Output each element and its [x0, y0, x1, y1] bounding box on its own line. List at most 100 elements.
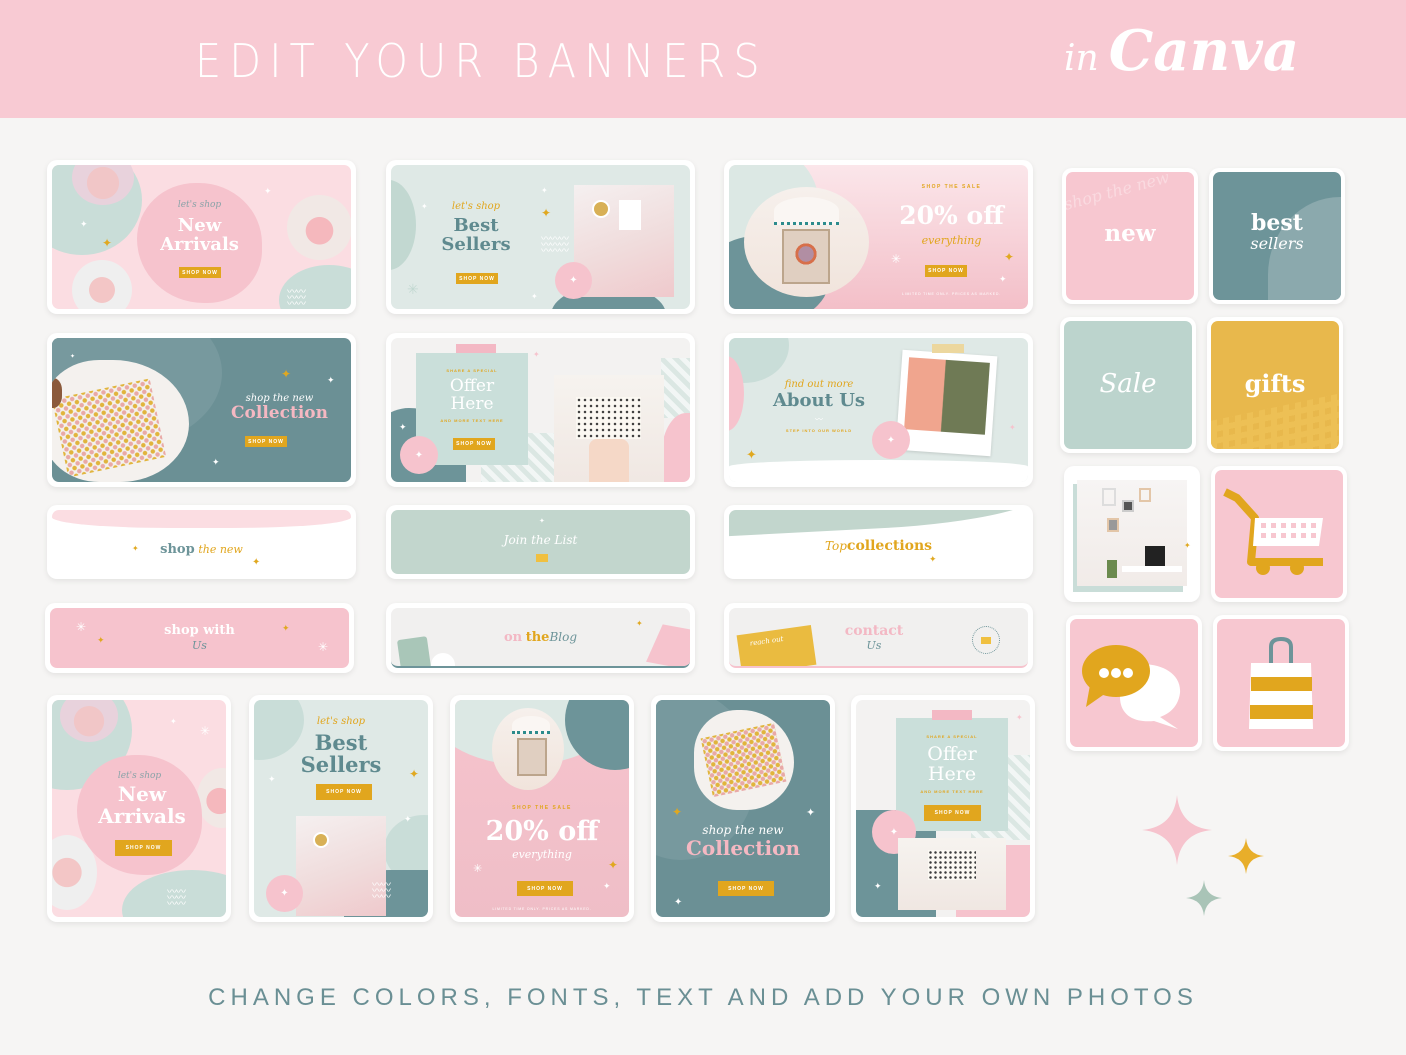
title-line-2: Sellers: [300, 752, 382, 777]
tile-chat[interactable]: [1066, 615, 1202, 751]
canva-label: in Canva: [1064, 18, 1299, 84]
banner-sale[interactable]: SHOP THE SALE 20% off everything SHOP NO…: [724, 160, 1033, 314]
banner-contact-us[interactable]: reach out contact Us: [724, 603, 1033, 673]
script-text: the new: [198, 543, 243, 556]
stickers-icon: [52, 378, 167, 478]
sparkle-icon: ✦: [327, 375, 335, 385]
tile-cart[interactable]: [1211, 466, 1347, 602]
sparkle-icon: ✦: [674, 897, 683, 908]
photo-woman-notebook: [554, 375, 664, 482]
asterisk-icon: ✳: [891, 252, 902, 266]
collection-title-text: Collection: [231, 403, 328, 423]
shop-now-button[interactable]: SHOP NOW: [456, 273, 498, 284]
wave-top: [52, 510, 351, 528]
tall-banner-offer[interactable]: SHARE A SPECIAL Offer Here AND MORE TEXT…: [851, 695, 1035, 922]
wave-top: [729, 510, 1028, 537]
blouse-icon: [589, 439, 629, 482]
photo-storefront: [744, 187, 869, 297]
script-text: Blog: [549, 630, 578, 644]
shopping-bag-icon: [1249, 636, 1313, 729]
title-line-1: Best: [314, 730, 368, 755]
script-text: find out more: [784, 379, 854, 390]
tile-photo-desk[interactable]: ✦: [1064, 466, 1200, 602]
sparkle-icon: ✦: [672, 805, 683, 819]
subtext: AND MORE TEXT HERE: [920, 789, 984, 794]
tall-banner-collection[interactable]: shop the new Collection SHOP NOW ✦ ✦ ✦: [651, 695, 835, 922]
banner-on-the-blog[interactable]: on theBlog ✦: [386, 603, 695, 673]
notebook-icon: [396, 636, 432, 666]
banner-best-sellers[interactable]: ✦ let's shop Best Sellers SHOP NOW ✦ ✦ ✦…: [386, 160, 695, 314]
tile-best-sellers[interactable]: best sellers: [1209, 168, 1345, 304]
sparkle-icon: ✦: [282, 623, 290, 633]
sparkle-icon: ✦: [539, 518, 545, 525]
tile-shopping-bag[interactable]: [1213, 615, 1349, 751]
collection-title: Collection: [212, 405, 347, 422]
sparkle-icon: ✦: [80, 219, 88, 229]
banner-new-arrivals[interactable]: let's shop New Arrivals SHOP NOW ✦ ✦ ✦ 〰…: [47, 160, 356, 314]
sparkle-icon: ✦: [608, 858, 619, 872]
shopping-cart-icon: [1223, 488, 1323, 575]
tile-gifts[interactable]: gifts: [1207, 317, 1343, 453]
shop-now-button[interactable]: SHOP NOW: [925, 265, 967, 277]
shop-now-button[interactable]: SHOP NOW: [517, 881, 573, 896]
washi-tape: [456, 344, 496, 353]
about-title: About Us: [772, 390, 866, 411]
script-text: shop the new: [702, 823, 784, 837]
banner-collection[interactable]: shop the new Collection SHOP NOW ✦ ✦ ✦ ✦: [47, 333, 356, 487]
tall-banner-best-sellers[interactable]: let's shop Best Sellers SHOP NOW ✦ ✦ ✦ ✦…: [249, 695, 433, 922]
bold-text: shop with: [164, 623, 235, 638]
banner-about-us[interactable]: find out more About Us 〰 STEP INTO OUR W…: [724, 333, 1033, 487]
asterisk-icon: ✳: [407, 281, 419, 297]
bold-text: shop: [160, 542, 195, 557]
decor-blob: [391, 180, 416, 270]
banner-top-collections[interactable]: Topcollections ✦: [724, 505, 1033, 579]
shop-now-button[interactable]: SHOP NOW: [316, 784, 372, 800]
sparkle-icon: ✦: [541, 186, 548, 195]
banner-join-the-list[interactable]: Join the List ✦: [386, 505, 695, 579]
sparkle-icon: ✦: [70, 354, 76, 360]
window-display: [782, 229, 830, 284]
eyebrow-text: SHARE A SPECIAL: [446, 368, 498, 373]
wave-lines-icon: 〰〰 〰〰 〰〰: [287, 287, 306, 310]
bold-text: on: [503, 630, 523, 645]
shop-now-button[interactable]: SHOP NOW: [245, 436, 287, 447]
tile-label-bold: best: [1251, 210, 1303, 236]
script-text: let's shop: [451, 201, 501, 212]
notebook-icon: [576, 397, 641, 439]
banner-offer[interactable]: SHARE A SPECIAL Offer Here AND MORE TEXT…: [386, 333, 695, 487]
photo-sticker-sheet: [694, 710, 794, 810]
gingham-pattern: [1211, 391, 1339, 449]
sparkle-icon: ✦: [806, 807, 816, 819]
shop-now-button[interactable]: SHOP NOW: [179, 267, 221, 278]
desk-icon: [1122, 566, 1182, 572]
title-line-1: Offer: [449, 376, 495, 396]
sparkle-icon: ✦: [1009, 423, 1016, 432]
shop-now-button[interactable]: SHOP NOW: [924, 805, 981, 821]
decor-blob: [565, 700, 629, 770]
canva-brand: Canva: [1108, 18, 1300, 84]
tile-label-script: sellers: [1250, 234, 1304, 253]
envelope-icon: [981, 636, 991, 644]
asterisk-icon: ✳: [76, 620, 87, 634]
title-line-1: New: [117, 782, 167, 806]
tile-new[interactable]: shop the new new: [1062, 168, 1198, 304]
sparkle-icon: ✦: [268, 774, 276, 784]
tall-banner-sale[interactable]: SHOP THE SALE 20% off everything SHOP NO…: [450, 695, 634, 922]
photo-camera: [287, 195, 351, 260]
shop-now-button[interactable]: SHOP NOW: [115, 840, 172, 856]
banner-shop-the-new[interactable]: shop the new ✦ ✦: [47, 505, 356, 579]
banner-shop-with-us[interactable]: shop with Us ✳ ✦ ✦ ✳: [45, 603, 354, 673]
squiggle-icon: 〰: [815, 415, 823, 424]
washi-tape: [932, 344, 964, 353]
envelope-script: reach out: [749, 634, 784, 648]
wave-lines-icon: 〰〰〰 〰〰〰 〰〰〰: [541, 234, 569, 257]
sparkle-icon: ✦: [603, 881, 611, 891]
chat-bubbles-icon: [1082, 645, 1181, 729]
shop-now-button[interactable]: SHOP NOW: [453, 438, 495, 450]
sparkle-icon: ✦: [399, 422, 407, 432]
shop-now-button[interactable]: SHOP NOW: [718, 881, 774, 896]
book-icon: [619, 200, 641, 230]
footer-tagline: CHANGE COLORS, FONTS, TEXT AND ADD YOUR …: [208, 984, 1198, 1011]
tall-banner-new-arrivals[interactable]: let's shop New Arrivals SHOP NOW 〰〰 〰〰 〰〰 …: [47, 695, 231, 922]
tile-sale[interactable]: Sale: [1060, 317, 1196, 453]
